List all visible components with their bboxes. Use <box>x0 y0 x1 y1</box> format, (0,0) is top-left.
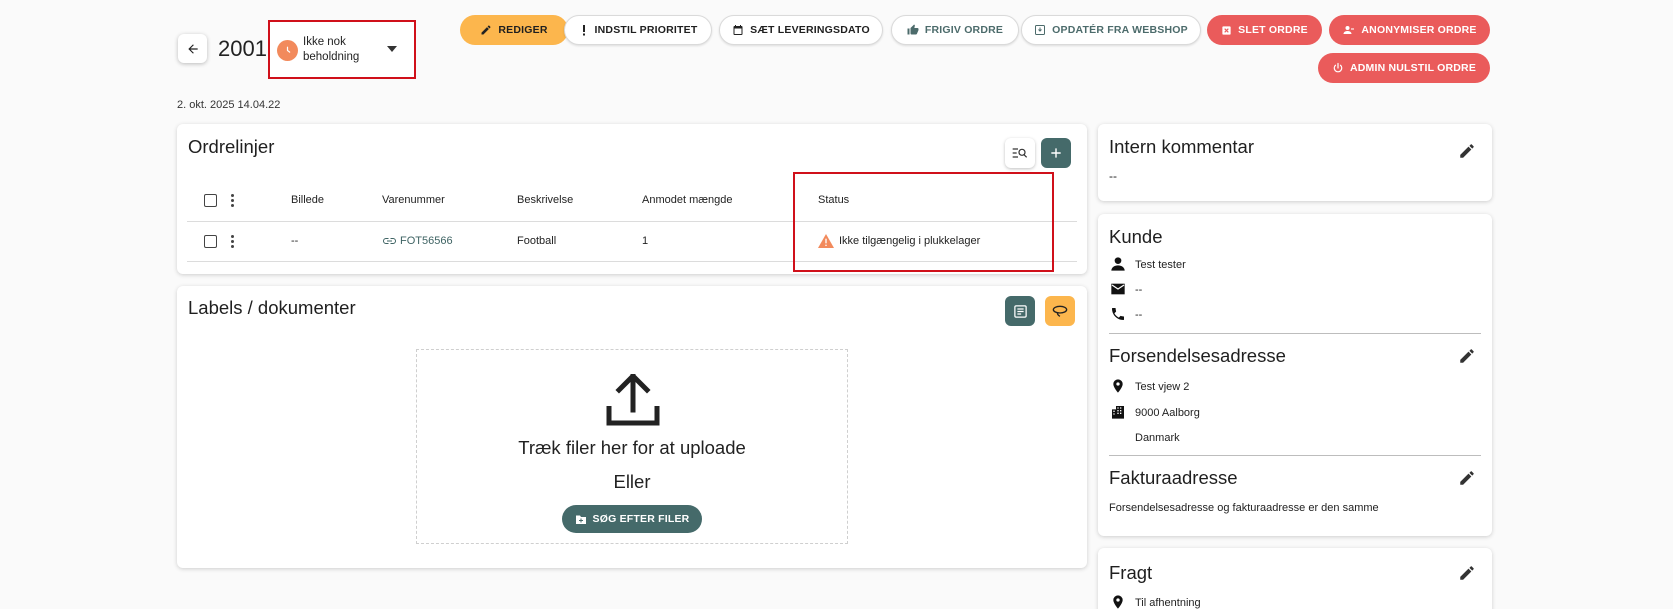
set-priority-button[interactable]: INDSTIL PRIORITET <box>564 15 712 45</box>
file-dropzone[interactable]: Træk filer her for at uploade Eller SØG … <box>416 349 848 544</box>
delete-box-icon <box>1222 25 1231 35</box>
upload-icon <box>606 374 660 426</box>
back-button[interactable] <box>178 34 207 63</box>
release-order-label: FRIGIV ORDRE <box>924 24 1004 36</box>
download-box-icon <box>1035 25 1046 35</box>
search-lines-button[interactable] <box>1005 138 1035 168</box>
order-status-label: Ikke nok beholdning <box>303 36 360 63</box>
delete-order-label: SLET ORDRE <box>1238 24 1308 36</box>
order-created-date: 2. okt. 2025 14.04.22 <box>177 99 281 111</box>
header-more-menu[interactable] <box>231 194 234 209</box>
status-highlight-box <box>793 172 1054 272</box>
order-number: 2001 <box>218 36 267 61</box>
buildings-icon <box>1112 406 1124 419</box>
browse-files-button[interactable]: SØG EFTER FILER <box>562 505 702 533</box>
pencil-icon <box>481 25 491 35</box>
shipping-street: Test vjew 2 <box>1135 381 1190 393</box>
row-more-menu[interactable] <box>231 235 234 250</box>
plus-icon <box>1051 148 1061 158</box>
edit-shipping-pencil-icon[interactable] <box>1458 347 1476 365</box>
order-status-select[interactable]: Ikke nok beholdning <box>268 20 416 79</box>
edit-billing-pencil-icon[interactable] <box>1458 469 1476 487</box>
edit-freight-pencil-icon[interactable] <box>1458 564 1476 582</box>
shipping-country: Danmark <box>1135 432 1180 444</box>
release-order-button[interactable]: FRIGIV ORDRE <box>891 15 1019 45</box>
internal-comment-value: -- <box>1109 169 1117 183</box>
link-icon <box>383 238 396 244</box>
delete-order-button[interactable]: SLET ORDRE <box>1207 15 1322 45</box>
power-icon <box>1333 62 1343 73</box>
billing-address-note: Forsendelsesadresse og fakturaadresse er… <box>1109 502 1379 514</box>
arrow-left-icon <box>187 43 198 54</box>
calendar-icon <box>733 25 743 35</box>
row-quantity: 1 <box>642 235 649 247</box>
column-header-quantity: Anmodet mængde <box>642 194 733 206</box>
billing-address-title: Fakturaadresse <box>1109 467 1238 488</box>
list-search-icon <box>1012 148 1028 158</box>
thumb-up-icon <box>907 24 919 35</box>
set-delivery-date-button[interactable]: SÆT LEVERINGSDATO <box>719 15 883 45</box>
customer-card: Kunde Test tester -- -- Forsendelsesadre… <box>1098 214 1492 536</box>
row-sku-link[interactable]: FOT56566 <box>383 235 453 247</box>
customer-name: Test tester <box>1135 259 1186 271</box>
customer-phone: -- <box>1135 309 1143 321</box>
edit-button[interactable]: REDIGER <box>460 15 568 45</box>
phone-icon <box>1112 308 1124 320</box>
internal-comment-card: Intern kommentar -- <box>1098 124 1492 201</box>
order-lines-title: Ordrelinjer <box>188 136 275 157</box>
row-image: -- <box>291 235 299 247</box>
row-description: Football <box>517 235 557 247</box>
freight-card: Fragt Til afhentning <box>1098 548 1492 609</box>
person-remove-icon <box>1343 26 1355 34</box>
mail-icon <box>1111 283 1125 295</box>
customer-email: -- <box>1135 284 1143 296</box>
section-divider <box>1109 333 1481 334</box>
document-add-icon <box>1013 304 1027 318</box>
update-from-webshop-label: OPDATÉR FRA WEBSHOP <box>1052 24 1188 36</box>
customer-title: Kunde <box>1109 226 1163 247</box>
column-header-image: Billede <box>291 194 325 206</box>
exclamation-icon <box>582 25 585 36</box>
location-pin-icon <box>1113 595 1123 609</box>
admin-reset-order-button[interactable]: ADMIN NULSTIL ORDRE <box>1318 53 1490 83</box>
add-document-button[interactable] <box>1005 296 1035 326</box>
person-icon <box>1111 257 1125 271</box>
browse-files-label: SØG EFTER FILER <box>592 513 690 525</box>
edit-button-label: REDIGER <box>498 24 548 36</box>
shipping-address-title: Forsendelsesadresse <box>1109 345 1286 366</box>
folder-plus-icon <box>575 515 586 524</box>
row-sku: FOT56566 <box>400 235 453 247</box>
or-text: Eller <box>613 471 651 492</box>
labels-title: Labels / dokumenter <box>188 297 356 318</box>
add-line-button[interactable] <box>1041 138 1071 168</box>
shipping-city: 9000 Aalborg <box>1135 407 1200 419</box>
column-header-description: Beskrivelse <box>517 194 574 206</box>
freight-title: Fragt <box>1109 562 1153 583</box>
drop-text: Træk filer her for at uploade <box>518 437 746 458</box>
admin-reset-order-label: ADMIN NULSTIL ORDRE <box>1349 62 1477 74</box>
clock-icon <box>277 40 298 61</box>
edit-comment-pencil-icon[interactable] <box>1458 142 1476 160</box>
labels-card: Labels / dokumenter Træk filer her for a… <box>177 286 1087 568</box>
lasso-button[interactable] <box>1045 296 1075 326</box>
freight-method: Til afhentning <box>1135 597 1201 609</box>
set-delivery-date-label: SÆT LEVERINGSDATO <box>750 24 870 36</box>
section-divider <box>1109 455 1481 456</box>
row-checkbox[interactable] <box>204 235 217 248</box>
anonymize-order-label: ANONYMISER ORDRE <box>1361 24 1477 36</box>
internal-comment-title: Intern kommentar <box>1109 136 1254 157</box>
column-header-sku: Varenummer <box>382 194 445 206</box>
set-priority-label: INDSTIL PRIORITET <box>594 24 698 36</box>
select-all-checkbox[interactable] <box>204 194 217 207</box>
caret-down-icon <box>387 46 397 52</box>
location-pin-icon <box>1113 379 1123 393</box>
anonymize-order-button[interactable]: ANONYMISER ORDRE <box>1329 15 1490 45</box>
update-from-webshop-button[interactable]: OPDATÉR FRA WEBSHOP <box>1021 15 1201 45</box>
lasso-icon <box>1052 305 1068 317</box>
